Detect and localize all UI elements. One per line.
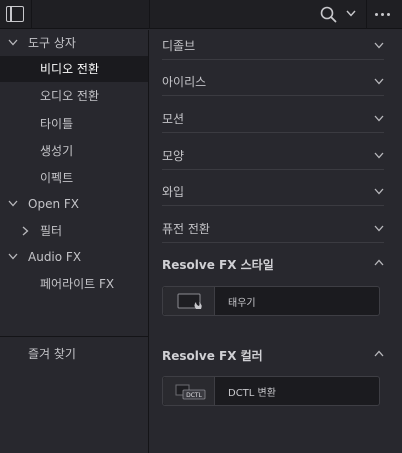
chevron-up-icon	[374, 350, 384, 357]
sidebar-item-label: 비디오 전환	[40, 62, 100, 76]
sidebar-item-label: 이펙트	[40, 171, 74, 185]
sidebar-item-filters[interactable]: 필터	[0, 218, 148, 244]
category-label: 디졸브	[162, 39, 196, 53]
effects-sidebar: 도구 상자 비디오 전환 오디오 전환 타이틀 생성기 이펙트 Open FX …	[0, 30, 149, 453]
fx-item-label: 태우기	[228, 298, 256, 309]
section-resolve-fx-color[interactable]: Resolve FX 컬러	[162, 343, 384, 369]
category-fusion-transitions[interactable]: 퓨전 전환	[162, 213, 384, 243]
sidebar-item-audio-fx[interactable]: Audio FX	[0, 244, 148, 270]
category-label: 모양	[162, 149, 185, 163]
chevron-down-icon	[8, 200, 18, 207]
sidebar-item-generators[interactable]: 생성기	[0, 138, 148, 164]
sidebar-item-label: 오디오 전환	[40, 89, 100, 103]
section-resolve-fx-stylize[interactable]: Resolve FX 스타일	[162, 252, 384, 278]
more-horizontal-icon[interactable]	[375, 13, 390, 16]
chevron-down-icon	[8, 39, 18, 46]
chevron-down-icon	[374, 78, 384, 85]
section-title: Resolve FX 컬러	[162, 349, 263, 363]
category-iris[interactable]: 아이리스	[162, 66, 384, 96]
sidebar-item-label: 타이틀	[40, 117, 74, 131]
sidebar-divider	[0, 336, 148, 337]
chevron-down-icon	[374, 152, 384, 159]
category-motion[interactable]: 모션	[162, 103, 384, 133]
fx-item-label: DCTL 변환	[228, 388, 276, 399]
sidebar-item-favorites[interactable]: 즐겨 찾기	[0, 341, 148, 367]
sidebar-item-label: Open FX	[28, 197, 79, 211]
sidebar-item-label: 즐겨 찾기	[28, 347, 76, 361]
search-icon[interactable]	[320, 6, 337, 23]
sidebar-item-label: 페어라이트 FX	[40, 277, 115, 291]
top-toolbar	[0, 0, 402, 29]
chevron-down-icon[interactable]	[346, 10, 356, 17]
chevron-down-icon	[374, 42, 384, 49]
sidebar-item-label: 도구 상자	[28, 36, 76, 50]
chevron-right-icon	[22, 226, 29, 236]
sidebar-item-effects[interactable]: 이펙트	[0, 165, 148, 191]
fx-item-dctl-transition[interactable]: DCTL DCTL 변환	[162, 376, 380, 406]
chevron-up-icon	[374, 259, 384, 266]
category-shape[interactable]: 모양	[162, 140, 384, 170]
toolbar-divider	[31, 0, 32, 29]
sidebar-item-toolbox[interactable]: 도구 상자	[0, 30, 148, 56]
sidebar-item-audio-transitions[interactable]: 오디오 전환	[0, 83, 148, 109]
chevron-down-icon	[374, 225, 384, 232]
toolbar-divider	[149, 0, 150, 29]
category-dissolve[interactable]: 디졸브	[162, 30, 384, 60]
section-title: Resolve FX 스타일	[162, 258, 274, 272]
sidebar-item-label: 생성기	[40, 144, 74, 158]
sidebar-item-fairlight-fx[interactable]: 페어라이트 FX	[0, 271, 148, 297]
sidebar-item-video-transitions[interactable]: 비디오 전환	[0, 56, 148, 82]
effects-list-panel: 디졸브 아이리스 모션 모양 와입 퓨전 전환 Resolve FX 스타일 태…	[150, 30, 402, 453]
category-wipe[interactable]: 와입	[162, 176, 384, 206]
chevron-down-icon	[374, 188, 384, 195]
category-label: 모션	[162, 112, 185, 126]
fx-item-burn[interactable]: 태우기	[162, 286, 380, 316]
category-label: 와입	[162, 185, 185, 199]
sidebar-item-label: 필터	[40, 224, 63, 238]
chevron-down-icon	[374, 115, 384, 122]
toolbar-divider	[366, 0, 367, 29]
dctl-thumb-text: DCTL	[186, 392, 202, 399]
chevron-down-icon	[8, 253, 18, 260]
dctl-icon: DCTL	[163, 377, 215, 405]
sidebar-item-label: Audio FX	[28, 250, 82, 264]
sidebar-panel-icon[interactable]	[6, 6, 24, 22]
category-label: 퓨전 전환	[162, 222, 210, 236]
sidebar-item-open-fx[interactable]: Open FX	[0, 191, 148, 217]
category-label: 아이리스	[162, 75, 207, 89]
burn-effect-icon	[163, 287, 215, 315]
sidebar-item-titles[interactable]: 타이틀	[0, 111, 148, 137]
